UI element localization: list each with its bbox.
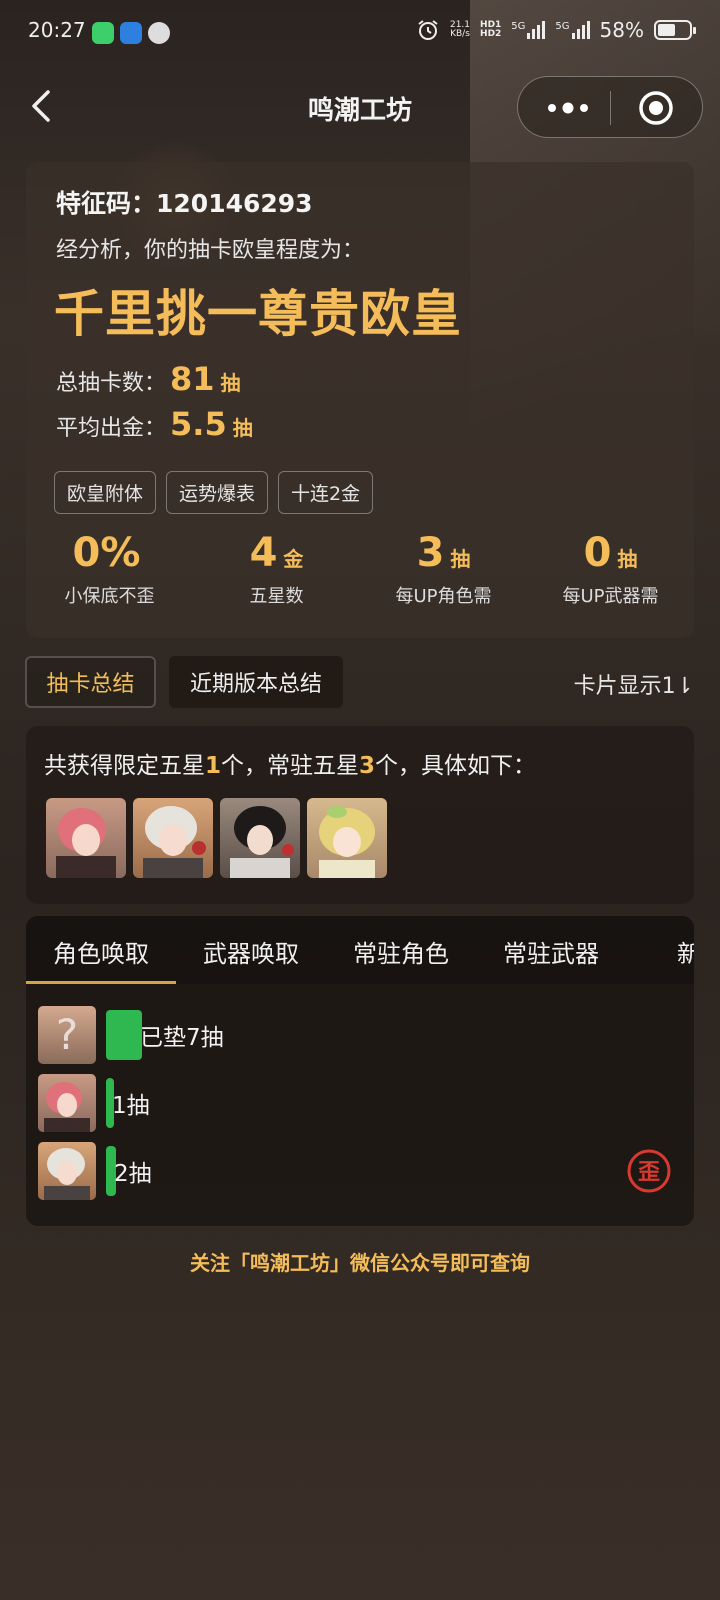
map-app-icon [120, 22, 142, 44]
metric-unit: 金 [283, 547, 304, 571]
more-dots-icon[interactable] [544, 99, 592, 117]
average-gold-unit: 抽 [232, 416, 253, 440]
pull-progress-bar [106, 1010, 142, 1060]
avatar-list [46, 798, 387, 878]
pull-row[interactable]: 1抽 [38, 1074, 150, 1132]
lost-fifty-fifty-badge-icon: 歪 [627, 1149, 671, 1193]
limited-count: 1 [205, 753, 222, 779]
avatar[interactable] [133, 798, 213, 878]
signal-bars [527, 21, 546, 39]
alarm-icon [418, 20, 438, 40]
avatar[interactable] [46, 798, 126, 878]
metric-label: 五星数 [249, 586, 304, 607]
tag-list: 欧皇附体 运势爆表 十连2金 [54, 471, 374, 514]
total-pulls-value: 81 [170, 360, 215, 398]
analysis-text: 经分析，你的抽卡欧皇程度为： [56, 238, 365, 263]
summary-middle: 个，常驻五星 [221, 753, 360, 779]
net-speed: 21.1 KB/s [450, 21, 470, 39]
metric-label: 每UP角色需 [395, 586, 492, 607]
battery-percent: 58% [599, 18, 644, 42]
standard-count: 3 [359, 753, 376, 779]
nav-bar: 鸣潮工坊 [0, 72, 720, 142]
metric-unit: 抽 [617, 547, 638, 571]
hd-indicator: HD1 HD2 [480, 21, 501, 39]
metric-no-lose: 0% 小保底不歪 [26, 530, 193, 608]
footer-notice: 关注「鸣潮工坊」微信公众号即可查询 [190, 1251, 530, 1275]
metric-up-character: 3抽 每UP角色需 [360, 530, 527, 608]
character-thumbnail [38, 1142, 96, 1200]
metric-value: 3 [416, 530, 445, 576]
pull-count-text: 2抽 [114, 1161, 152, 1187]
card-display-toggle[interactable]: 卡片显示1⇂ [574, 668, 694, 700]
profile-card: 特征码：120146293 经分析，你的抽卡欧皇程度为： 千里挑一尊贵欧皇 总抽… [26, 162, 694, 638]
average-gold-value: 5.5 [170, 405, 227, 443]
chat-app-icon [92, 22, 114, 44]
battery-icon [654, 20, 696, 40]
metric-value: 0 [583, 530, 612, 576]
total-pulls: 总抽卡数： 81 抽 [56, 360, 241, 398]
metric-label: 小保底不歪 [64, 586, 155, 607]
metric-value: 4 [249, 530, 278, 576]
summary-suffix: 个，具体如下： [375, 753, 537, 779]
total-pulls-label: 总抽卡数： [56, 371, 167, 396]
status-bar: 20:27 21.1 KB/s HD1 HD2 5G 5G 58% [0, 0, 720, 64]
net-speed-unit: KB/s [450, 29, 470, 39]
summary-prefix: 共获得限定五星 [44, 753, 205, 779]
status-time: 20:27 [28, 18, 86, 42]
pull-row[interactable]: ? 已垫7抽 [38, 1006, 224, 1064]
browser-app-icon [148, 22, 170, 44]
target-icon[interactable] [638, 90, 674, 126]
signal-bars [571, 21, 590, 39]
signal-icon: 5G [511, 21, 546, 39]
tab-recent-version-summary[interactable]: 近期版本总结 [169, 656, 343, 708]
tag: 运势爆表 [166, 471, 269, 514]
avatar[interactable] [220, 798, 300, 878]
metrics-row: 0% 小保底不歪 4金 五星数 3抽 每UP角色需 0抽 每UP武器需 [26, 530, 694, 608]
pull-row[interactable]: 2抽 [38, 1142, 152, 1200]
summary-text: 共获得限定五星1个，常驻五星3个，具体如下： [44, 746, 536, 780]
unknown-character-icon: ? [38, 1006, 96, 1064]
tab-character-banner[interactable]: 角色唤取 [26, 916, 176, 984]
tab-beginner[interactable]: 新手 [626, 916, 694, 984]
banner-tabs: 角色唤取 武器唤取 常驻角色 常驻武器 新手 [26, 916, 694, 984]
capsule-divider [610, 91, 611, 125]
pull-count-text: 1抽 [112, 1093, 150, 1119]
avatar[interactable] [307, 798, 387, 878]
feature-code-label: 特征码： [56, 189, 157, 218]
sig1-label: 5G [511, 21, 526, 32]
sig2-label: 5G [555, 21, 570, 32]
tab-standard-character[interactable]: 常驻角色 [326, 916, 476, 984]
tab-weapon-banner[interactable]: 武器唤取 [176, 916, 326, 984]
metric-label: 每UP武器需 [562, 586, 659, 607]
metric-unit: 抽 [450, 547, 471, 571]
character-thumbnail [38, 1074, 96, 1132]
hd2-label: HD2 [480, 29, 502, 39]
lose-badge-text: 歪 [638, 1160, 660, 1185]
tab-pull-summary[interactable]: 抽卡总结 [25, 656, 156, 708]
tag: 欧皇附体 [54, 471, 157, 514]
average-gold-label: 平均出金： [56, 416, 167, 441]
total-pulls-unit: 抽 [220, 371, 241, 395]
pull-count-text: 已垫7抽 [140, 1025, 224, 1051]
metric-five-star: 4金 五星数 [193, 530, 360, 608]
five-star-summary: 共获得限定五星1个，常驻五星3个，具体如下： [26, 726, 694, 904]
rank-title: 千里挑一尊贵欧皇 [54, 285, 462, 343]
metric-value: 0% [72, 530, 141, 576]
banner-records: 角色唤取 武器唤取 常驻角色 常驻武器 新手 ? 已垫7抽 1抽 2抽 歪 [26, 916, 694, 1226]
feature-code: 特征码：120146293 [56, 184, 313, 220]
tag: 十连2金 [278, 471, 374, 514]
feature-code-value: 120146293 [156, 189, 313, 218]
mini-program-capsule [517, 76, 703, 138]
metric-up-weapon: 0抽 每UP武器需 [527, 530, 694, 608]
tab-standard-weapon[interactable]: 常驻武器 [476, 916, 626, 984]
average-gold: 平均出金： 5.5 抽 [56, 405, 253, 443]
signal-icon: 5G [555, 21, 590, 39]
